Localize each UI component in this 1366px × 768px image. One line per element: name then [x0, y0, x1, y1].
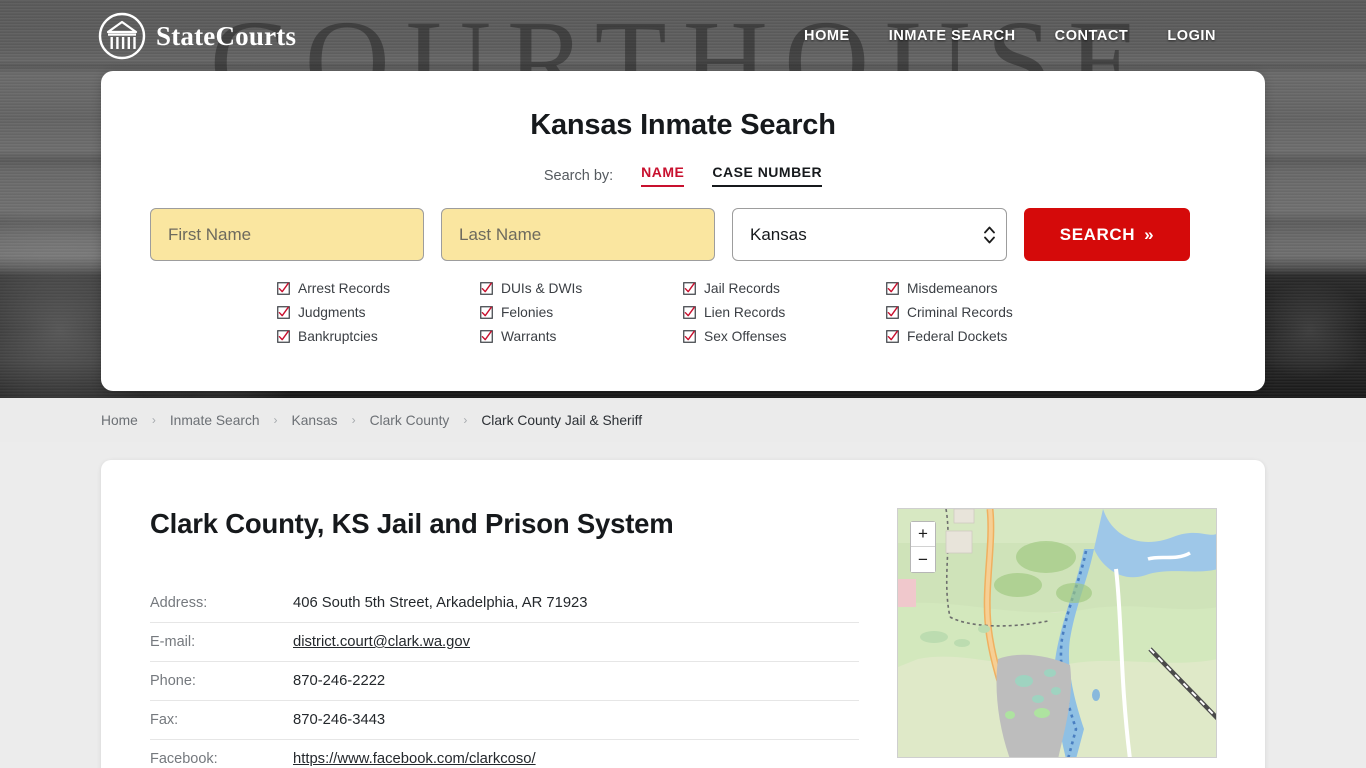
chevron-right-icon: ›	[151, 413, 156, 427]
map-tiles	[898, 509, 1216, 757]
facility-info-column: Clark County, KS Jail and Prison System …	[150, 508, 859, 768]
detail-label-phone: Phone:	[150, 673, 196, 689]
check-label: Arrest Records	[298, 281, 391, 296]
page-title: Clark County, KS Jail and Prison System	[150, 508, 674, 539]
main-content: Clark County, KS Jail and Prison System …	[0, 442, 1366, 768]
chevron-right-icon: ›	[463, 413, 468, 427]
check-item-bankruptcies[interactable]: Bankruptcies	[277, 329, 480, 344]
email-link[interactable]: district.court@clark.wa.gov	[293, 634, 470, 650]
check-label: Felonies	[501, 305, 554, 320]
map-zoom-in-button[interactable]: +	[911, 522, 935, 547]
nav-item-login[interactable]: LOGIN	[1167, 28, 1216, 44]
check-item-criminal-records[interactable]: Criminal Records	[886, 305, 1089, 320]
main-navigation: HOME INMATE SEARCH CONTACT LOGIN	[804, 28, 1216, 44]
checked-box-icon	[886, 282, 899, 295]
detail-value-fax: 870-246-3443	[293, 712, 386, 728]
detail-value-facebook: https://www.facebook.com/clarkcoso/	[293, 740, 859, 768]
check-item-judgments[interactable]: Judgments	[277, 305, 480, 320]
search-card-title: Kansas Inmate Search	[530, 109, 836, 141]
breadcrumb: Home › Inmate Search › Kansas › Clark Co…	[0, 398, 1366, 442]
facility-contact-table: Address: 406 South 5th Street, Arkadelph…	[150, 584, 859, 768]
check-label: Sex Offenses	[704, 329, 787, 344]
detail-label-address: Address:	[150, 595, 208, 611]
checked-box-icon	[277, 306, 290, 319]
checked-box-icon	[277, 330, 290, 343]
check-label: Federal Dockets	[907, 329, 1008, 344]
checked-box-icon	[886, 306, 899, 319]
checked-box-icon	[886, 330, 899, 343]
nav-item-contact[interactable]: CONTACT	[1055, 28, 1129, 44]
check-label: Judgments	[298, 305, 366, 320]
top-bar: StateCourts HOME INMATE SEARCH CONTACT L…	[0, 0, 1366, 72]
facility-detail-card: Clark County, KS Jail and Prison System …	[101, 460, 1265, 768]
table-row: E-mail: district.court@clark.wa.gov	[150, 623, 859, 662]
breadcrumb-item-home[interactable]: Home	[101, 413, 138, 428]
check-label: DUIs & DWIs	[501, 281, 583, 296]
hero-header: COURTHOUSE StateCourts HOME INMATE SEARC…	[0, 0, 1366, 398]
checked-box-icon	[683, 330, 696, 343]
check-item-sex-offenses[interactable]: Sex Offenses	[683, 329, 886, 344]
chevron-right-icon: ›	[351, 413, 356, 427]
check-label: Jail Records	[704, 281, 780, 296]
map-zoom-controls[interactable]: + −	[910, 521, 936, 573]
check-label: Criminal Records	[907, 305, 1013, 320]
check-item-misdemeanors[interactable]: Misdemeanors	[886, 281, 1089, 296]
table-row: Facebook: https://www.facebook.com/clark…	[150, 740, 859, 768]
state-select[interactable]: Kansas	[732, 208, 1007, 261]
check-item-arrest-records[interactable]: Arrest Records	[277, 281, 480, 296]
detail-value-address: 406 South 5th Street, Arkadelphia, AR 71…	[293, 595, 588, 611]
check-item-federal-dockets[interactable]: Federal Dockets	[886, 329, 1089, 344]
record-type-checklist: Arrest Records DUIs & DWIs Jail Records …	[150, 281, 1216, 344]
detail-label-facebook: Facebook:	[150, 751, 218, 767]
table-row: Phone: 870-246-2222	[150, 662, 859, 701]
check-item-duis-dwis[interactable]: DUIs & DWIs	[480, 281, 683, 296]
check-item-lien-records[interactable]: Lien Records	[683, 305, 886, 320]
nav-item-home[interactable]: HOME	[804, 28, 850, 44]
checked-box-icon	[683, 306, 696, 319]
state-select-wrapper: Kansas	[732, 208, 1007, 261]
tab-search-by-case-number[interactable]: CASE NUMBER	[712, 164, 823, 187]
breadcrumb-item-clark-county[interactable]: Clark County	[370, 413, 450, 428]
detail-label-email: E-mail:	[150, 634, 196, 650]
detail-value-phone: 870-246-2222	[293, 673, 386, 689]
checked-box-icon	[683, 282, 696, 295]
table-row: Fax: 870-246-3443	[150, 701, 859, 740]
brand-name: StateCourts	[156, 20, 297, 51]
location-map[interactable]: + −	[897, 508, 1217, 758]
detail-value-email: district.court@clark.wa.gov	[293, 623, 859, 662]
double-chevron-right-icon: »	[1144, 224, 1155, 244]
check-label: Warrants	[501, 329, 557, 344]
last-name-input[interactable]	[441, 208, 715, 261]
search-by-label: Search by:	[543, 167, 614, 184]
check-label: Misdemeanors	[907, 281, 998, 296]
courthouse-logo-icon	[98, 12, 146, 60]
brand-logo-link[interactable]: StateCourts	[98, 12, 296, 60]
check-label: Bankruptcies	[298, 329, 378, 344]
breadcrumb-item-current: Clark County Jail & Sheriff	[481, 412, 643, 428]
breadcrumb-item-inmate-search[interactable]: Inmate Search	[170, 413, 260, 428]
tab-search-by-name[interactable]: NAME	[641, 164, 685, 187]
check-item-warrants[interactable]: Warrants	[480, 329, 683, 344]
facebook-link[interactable]: https://www.facebook.com/clarkcoso/	[293, 751, 536, 767]
checked-box-icon	[480, 306, 493, 319]
check-item-jail-records[interactable]: Jail Records	[683, 281, 886, 296]
search-button[interactable]: SEARCH »	[1024, 208, 1190, 261]
detail-label-fax: Fax:	[150, 712, 179, 728]
checked-box-icon	[480, 330, 493, 343]
search-by-row: Search by: NAME CASE NUMBER	[150, 164, 1216, 187]
search-button-label: SEARCH	[1059, 224, 1136, 244]
chevron-right-icon: ›	[273, 413, 278, 427]
checked-box-icon	[480, 282, 493, 295]
breadcrumb-item-kansas[interactable]: Kansas	[292, 413, 338, 428]
checked-box-icon	[277, 282, 290, 295]
map-zoom-out-button[interactable]: −	[911, 547, 935, 572]
inmate-search-form: Kansas SEARCH »	[150, 208, 1216, 261]
table-row: Address: 406 South 5th Street, Arkadelph…	[150, 584, 859, 623]
check-label: Lien Records	[704, 305, 786, 320]
inmate-search-card: Kansas Inmate Search Search by: NAME CAS…	[101, 71, 1265, 391]
nav-item-inmate-search[interactable]: INMATE SEARCH	[889, 28, 1016, 44]
first-name-input[interactable]	[150, 208, 424, 261]
check-item-felonies[interactable]: Felonies	[480, 305, 683, 320]
